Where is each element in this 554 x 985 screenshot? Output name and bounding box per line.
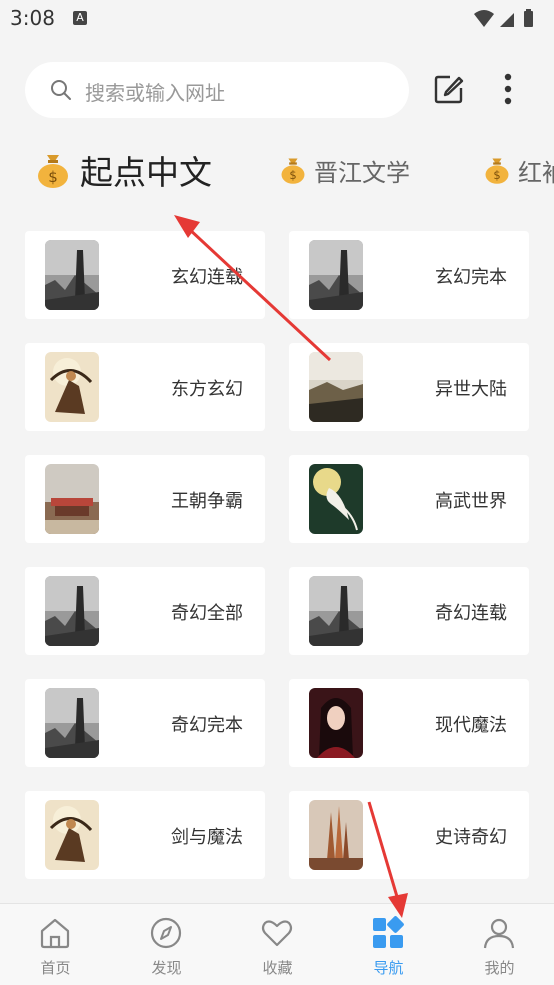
tab-qidian[interactable]: $ 起点中文 — [36, 140, 212, 200]
bottom-nav: 首页 发现 收藏 导航 我的 — [0, 903, 554, 985]
svg-text:$: $ — [289, 168, 296, 182]
tab-label: 红袖 — [518, 158, 554, 187]
category-tabs: $ 起点中文 $ 晋江文学 $ 红袖 — [0, 140, 554, 200]
more-options-icon[interactable] — [496, 72, 520, 106]
category-card[interactable]: 王朝争霸 — [25, 455, 265, 543]
category-card[interactable]: 东方玄幻 — [25, 343, 265, 431]
money-bag-icon: $ — [281, 158, 305, 184]
search-placeholder: 搜索或输入网址 — [85, 81, 225, 105]
cover-image — [309, 576, 363, 646]
nav-navigation[interactable]: 导航 — [333, 904, 444, 985]
category-card[interactable]: 奇幻连载 — [289, 567, 529, 655]
card-label: 现代魔法 — [435, 715, 507, 736]
nav-favorites[interactable]: 收藏 — [222, 904, 333, 985]
search-input[interactable]: 搜索或输入网址 — [25, 62, 409, 118]
cover-image — [45, 576, 99, 646]
compass-icon — [150, 917, 182, 949]
card-label: 玄幻完本 — [435, 267, 507, 288]
cover-image — [309, 240, 363, 310]
cover-image — [45, 688, 99, 758]
tab-label: 晋江文学 — [314, 158, 410, 187]
status-icons — [472, 8, 542, 34]
status-bar: 3:08 A — [0, 0, 554, 40]
nav-label: 我的 — [484, 959, 515, 977]
category-card[interactable]: 史诗奇幻 — [289, 791, 529, 879]
nav-label: 首页 — [40, 959, 71, 977]
category-card[interactable]: 剑与魔法 — [25, 791, 265, 879]
category-card[interactable]: 现代魔法 — [289, 679, 529, 767]
status-time: 3:08 — [10, 6, 55, 30]
cover-image — [45, 464, 99, 534]
tab-jinjiang[interactable]: $ 晋江文学 — [280, 140, 410, 200]
card-label: 玄幻连载 — [171, 267, 243, 288]
card-label: 奇幻全部 — [171, 603, 243, 624]
money-bag-icon: $ — [38, 155, 68, 188]
category-card[interactable]: 异世大陆 — [289, 343, 529, 431]
card-label: 东方玄幻 — [171, 379, 243, 400]
cover-image — [45, 240, 99, 310]
cover-image — [309, 688, 363, 758]
category-card[interactable]: 奇幻全部 — [25, 567, 265, 655]
category-card[interactable]: 高武世界 — [289, 455, 529, 543]
cover-image — [309, 464, 363, 534]
tab-label: 起点中文 — [80, 153, 212, 192]
tab-hongxiu[interactable]: $ 红袖 — [484, 140, 554, 200]
search-icon — [51, 80, 71, 100]
money-bag-icon: $ — [485, 158, 509, 184]
cover-image — [309, 352, 363, 422]
nav-label: 导航 — [373, 959, 404, 977]
cover-image — [45, 352, 99, 422]
category-card[interactable]: 玄幻完本 — [289, 231, 529, 319]
svg-text:$: $ — [493, 168, 500, 182]
category-card[interactable]: 奇幻完本 — [25, 679, 265, 767]
card-label: 高武世界 — [435, 491, 507, 512]
nav-home[interactable]: 首页 — [0, 904, 111, 985]
heart-icon — [261, 920, 293, 947]
card-label: 王朝争霸 — [171, 491, 243, 512]
card-label: 奇幻完本 — [171, 715, 243, 736]
card-label: 史诗奇幻 — [435, 827, 507, 848]
nav-label: 发现 — [151, 959, 182, 977]
cover-image — [309, 800, 363, 870]
user-icon — [483, 918, 515, 949]
nav-profile[interactable]: 我的 — [444, 904, 554, 985]
edit-icon[interactable] — [434, 74, 464, 104]
grid-icon — [373, 916, 404, 948]
nav-discover[interactable]: 发现 — [111, 904, 222, 985]
svg-text:$: $ — [48, 168, 58, 186]
card-label: 异世大陆 — [435, 379, 507, 400]
nav-label: 收藏 — [262, 959, 293, 977]
cover-image — [45, 800, 99, 870]
wifi-signal-battery-icon — [474, 9, 533, 27]
notification-icon: A — [73, 11, 87, 25]
home-icon — [40, 918, 70, 949]
category-card[interactable]: 玄幻连载 — [25, 231, 265, 319]
card-label: 剑与魔法 — [171, 827, 243, 848]
card-label: 奇幻连载 — [435, 603, 507, 624]
